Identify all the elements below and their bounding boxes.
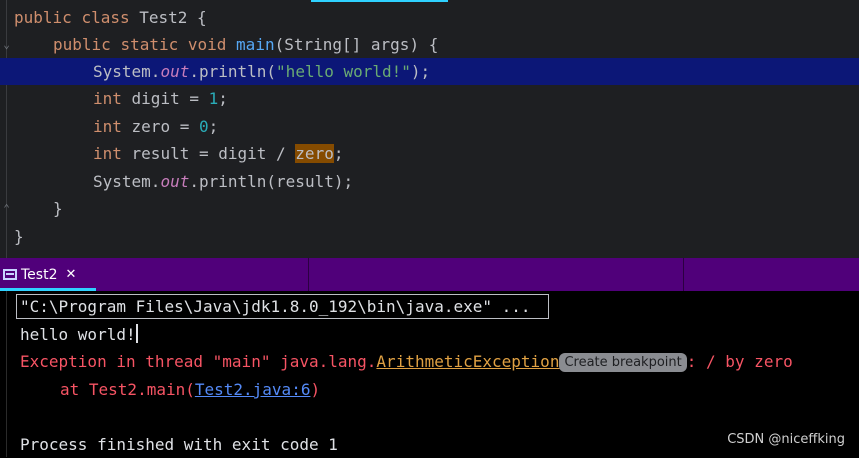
create-breakpoint-button[interactable]: Create breakpoint [559,353,687,372]
toolbar-divider [308,258,309,291]
run-console-icon [3,269,17,280]
code-text: result = digit / [121,144,296,163]
warning-highlight[interactable]: zero [295,144,334,163]
code-text: zero = [121,117,199,136]
code-line-5[interactable]: int zero = 0; [0,113,859,140]
exit-message: Process finished with exit code 1 [20,435,338,454]
number-literal: 1 [208,89,219,108]
watermark: CSDN @niceffking [727,432,845,447]
number-literal: 0 [198,117,209,136]
code-text: ); [410,62,431,81]
keyword: int [93,89,122,108]
code-text: .println( [189,62,277,81]
console-gutter [6,291,7,457]
method-name: main [236,35,275,54]
code-text: System. [93,62,161,81]
tab-label: Test2 [21,266,58,283]
code-text: .println(result); [189,172,354,191]
stack-text: ) [310,380,321,399]
static-field: out [160,172,190,191]
keyword: int [93,144,122,163]
code-text: } [53,199,63,218]
run-tool-window-header: Test2 ✕ [0,258,859,291]
exception-line: Exception in thread "main" java.lang.Ari… [20,348,793,375]
code-text: Test2 { [129,8,207,27]
exception-message: : / by zero [686,352,793,371]
code-text: } [14,227,24,246]
console-output-line: hello world! [20,321,138,348]
code-line-8[interactable]: } [0,195,859,222]
source-location-link[interactable]: Test2.java:6 [195,380,311,399]
keyword: int [93,117,122,136]
toolbar-divider [683,258,684,291]
exception-class-link[interactable]: ArithmeticException [376,352,559,371]
keyword: public [14,8,72,27]
close-icon[interactable]: ✕ [65,267,76,282]
code-line-7[interactable]: System.out.println(result); [0,168,859,195]
code-editor[interactable]: ⌄ ⌃ public class Test2 { public static v… [0,0,859,258]
code-text: System. [93,172,161,191]
keyword: void [187,35,227,54]
keyword: class [81,8,130,27]
keyword: static [120,35,179,54]
code-text: digit = [121,89,209,108]
code-line-1[interactable]: public class Test2 { [0,4,859,31]
tab-run-test2[interactable]: Test2 ✕ [0,258,76,291]
code-line-2[interactable]: public static void main(String[] args) { [0,31,859,58]
stack-trace-line: at Test2.main(Test2.java:6) [60,376,320,403]
exception-text: Exception in thread "main" java.lang. [20,352,377,371]
stack-text: at Test2.main( [60,380,195,399]
code-line-3-current[interactable]: System.out.println("hello world!"); [0,58,859,85]
command-line-text: "C:\Program Files\Java\jdk1.8.0_192\bin\… [20,297,531,316]
string-literal: "hello world!" [276,62,411,81]
keyword: public [53,35,111,54]
code-line-6[interactable]: int result = digit / zero; [0,140,859,167]
static-field: out [160,62,190,81]
code-line-4[interactable]: int digit = 1; [0,85,859,112]
editor-tab-indicator [311,0,448,2]
code-text: ; [333,144,344,163]
code-text: (String[] args) { [274,35,439,54]
code-text: ; [208,117,219,136]
code-text: ; [218,89,228,108]
output-text: hello world! [20,325,136,344]
text-cursor [135,324,138,343]
code-line-9[interactable]: } [0,223,859,250]
